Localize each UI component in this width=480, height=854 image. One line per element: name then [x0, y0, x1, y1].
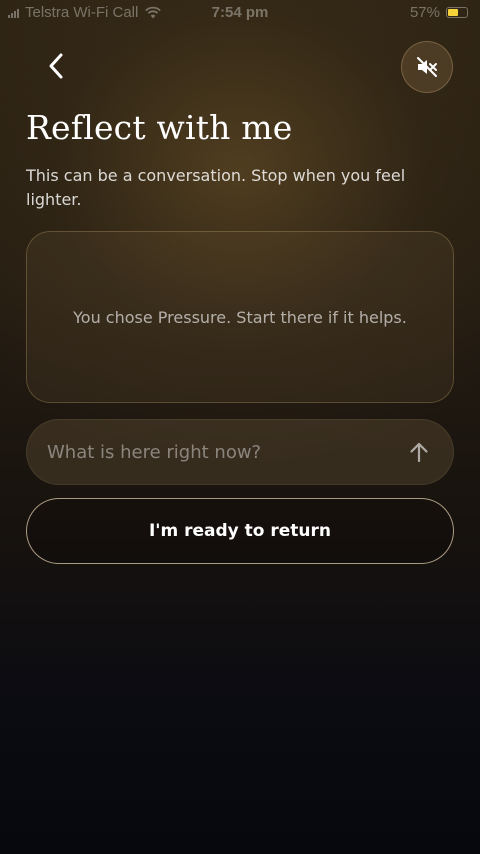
ready-to-return-button[interactable]: I'm ready to return	[26, 498, 454, 564]
battery-fill	[448, 9, 459, 16]
mute-button[interactable]	[401, 41, 453, 93]
send-button[interactable]	[401, 434, 437, 470]
back-button[interactable]	[36, 46, 76, 86]
battery-icon	[446, 7, 468, 18]
message-input[interactable]	[47, 420, 397, 484]
message-bar	[26, 419, 454, 485]
page-title: Reflect with me	[26, 108, 293, 147]
prompt-card: You chose Pressure. Start there if it he…	[26, 231, 454, 403]
speaker-muted-icon	[417, 57, 437, 77]
page-subtitle: This can be a conversation. Stop when yo…	[26, 166, 406, 209]
chevron-left-icon	[49, 53, 63, 79]
battery-percent: 57%	[409, 4, 440, 21]
arrow-up-icon	[410, 442, 428, 463]
status-time: 7:54 pm	[211, 4, 269, 21]
prompt-text: You chose Pressure. Start there if it he…	[73, 307, 407, 327]
status-bar: Telstra Wi-Fi Call 7:54 pm 57%	[0, 0, 480, 26]
status-battery: 57%	[410, 4, 468, 21]
